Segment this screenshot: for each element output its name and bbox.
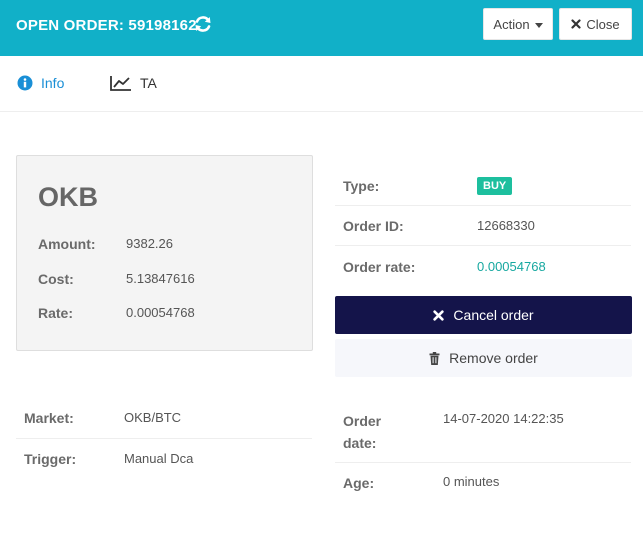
- info-circle-icon: [17, 75, 33, 91]
- divider: [16, 438, 312, 439]
- close-button[interactable]: Close: [559, 8, 632, 40]
- trigger-label: Trigger:: [24, 451, 77, 467]
- age-value: 0 minutes: [443, 474, 500, 489]
- remove-order-label: Remove order: [449, 350, 538, 366]
- refresh-icon[interactable]: [193, 14, 213, 34]
- type-label: Type:: [343, 178, 380, 194]
- order-date-value: 14-07-2020 14:22:35: [443, 411, 564, 426]
- action-dropdown-button[interactable]: Action: [483, 8, 553, 40]
- tab-ta-label: TA: [140, 75, 157, 91]
- coin-symbol: OKB: [38, 182, 98, 212]
- remove-order-button[interactable]: Remove order: [335, 339, 632, 377]
- trigger-value: Manual Dca: [124, 451, 194, 466]
- tab-info-label: Info: [41, 75, 65, 91]
- amount-value: 9382.26: [126, 236, 173, 251]
- type-row: Type: BUY: [335, 168, 631, 206]
- tab-ta[interactable]: TA: [110, 75, 157, 91]
- divider: [335, 462, 631, 463]
- order-id-row: Order ID: 12668330: [335, 206, 631, 246]
- tab-info[interactable]: Info: [17, 75, 64, 91]
- market-value: OKB/BTC: [124, 410, 182, 425]
- order-date-label-line1: Order: [343, 413, 382, 429]
- age-row: Age: 0 minutes: [335, 464, 623, 502]
- modal-header: OPEN ORDER: 59198162 Action Close: [0, 0, 643, 56]
- trigger-row: Trigger: Manual Dca: [16, 440, 304, 478]
- market-row: Market: OKB/BTC: [16, 400, 304, 438]
- order-date-label: Order date:: [343, 410, 381, 454]
- order-date-label-line2: date:: [343, 435, 377, 451]
- order-id-value: 12668330: [477, 218, 535, 233]
- buy-badge: BUY: [477, 177, 513, 195]
- age-label: Age:: [343, 475, 375, 491]
- order-id-label: Order ID:: [343, 218, 404, 234]
- market-label: Market:: [24, 410, 74, 426]
- trash-icon: [429, 351, 440, 365]
- order-date-row: Order date: 14-07-2020 14:22:35: [335, 400, 623, 462]
- caret-down-icon: [534, 22, 543, 28]
- close-label: Close: [586, 16, 620, 32]
- cancel-order-label: Cancel order: [453, 307, 534, 323]
- order-rate-label: Order rate:: [343, 259, 416, 275]
- cost-label: Cost:: [38, 271, 74, 287]
- rate-value: 0.00054768: [126, 305, 195, 320]
- order-rate-value: 0.00054768: [477, 259, 546, 274]
- close-icon: [571, 19, 581, 29]
- order-summary-card: OKB Amount: 9382.26 Cost: 5.13847616 Rat…: [16, 155, 313, 351]
- line-chart-icon: [110, 76, 131, 91]
- order-title: OPEN ORDER: 59198162: [16, 17, 197, 34]
- rate-label: Rate:: [38, 305, 74, 321]
- order-rate-row: Order rate: 0.00054768: [335, 246, 631, 286]
- action-label: Action: [493, 16, 530, 32]
- amount-label: Amount:: [38, 236, 96, 252]
- cost-value: 5.13847616: [126, 271, 195, 286]
- close-icon: [433, 309, 445, 321]
- tab-bar: Info TA: [0, 56, 643, 112]
- cancel-order-button[interactable]: Cancel order: [335, 296, 632, 334]
